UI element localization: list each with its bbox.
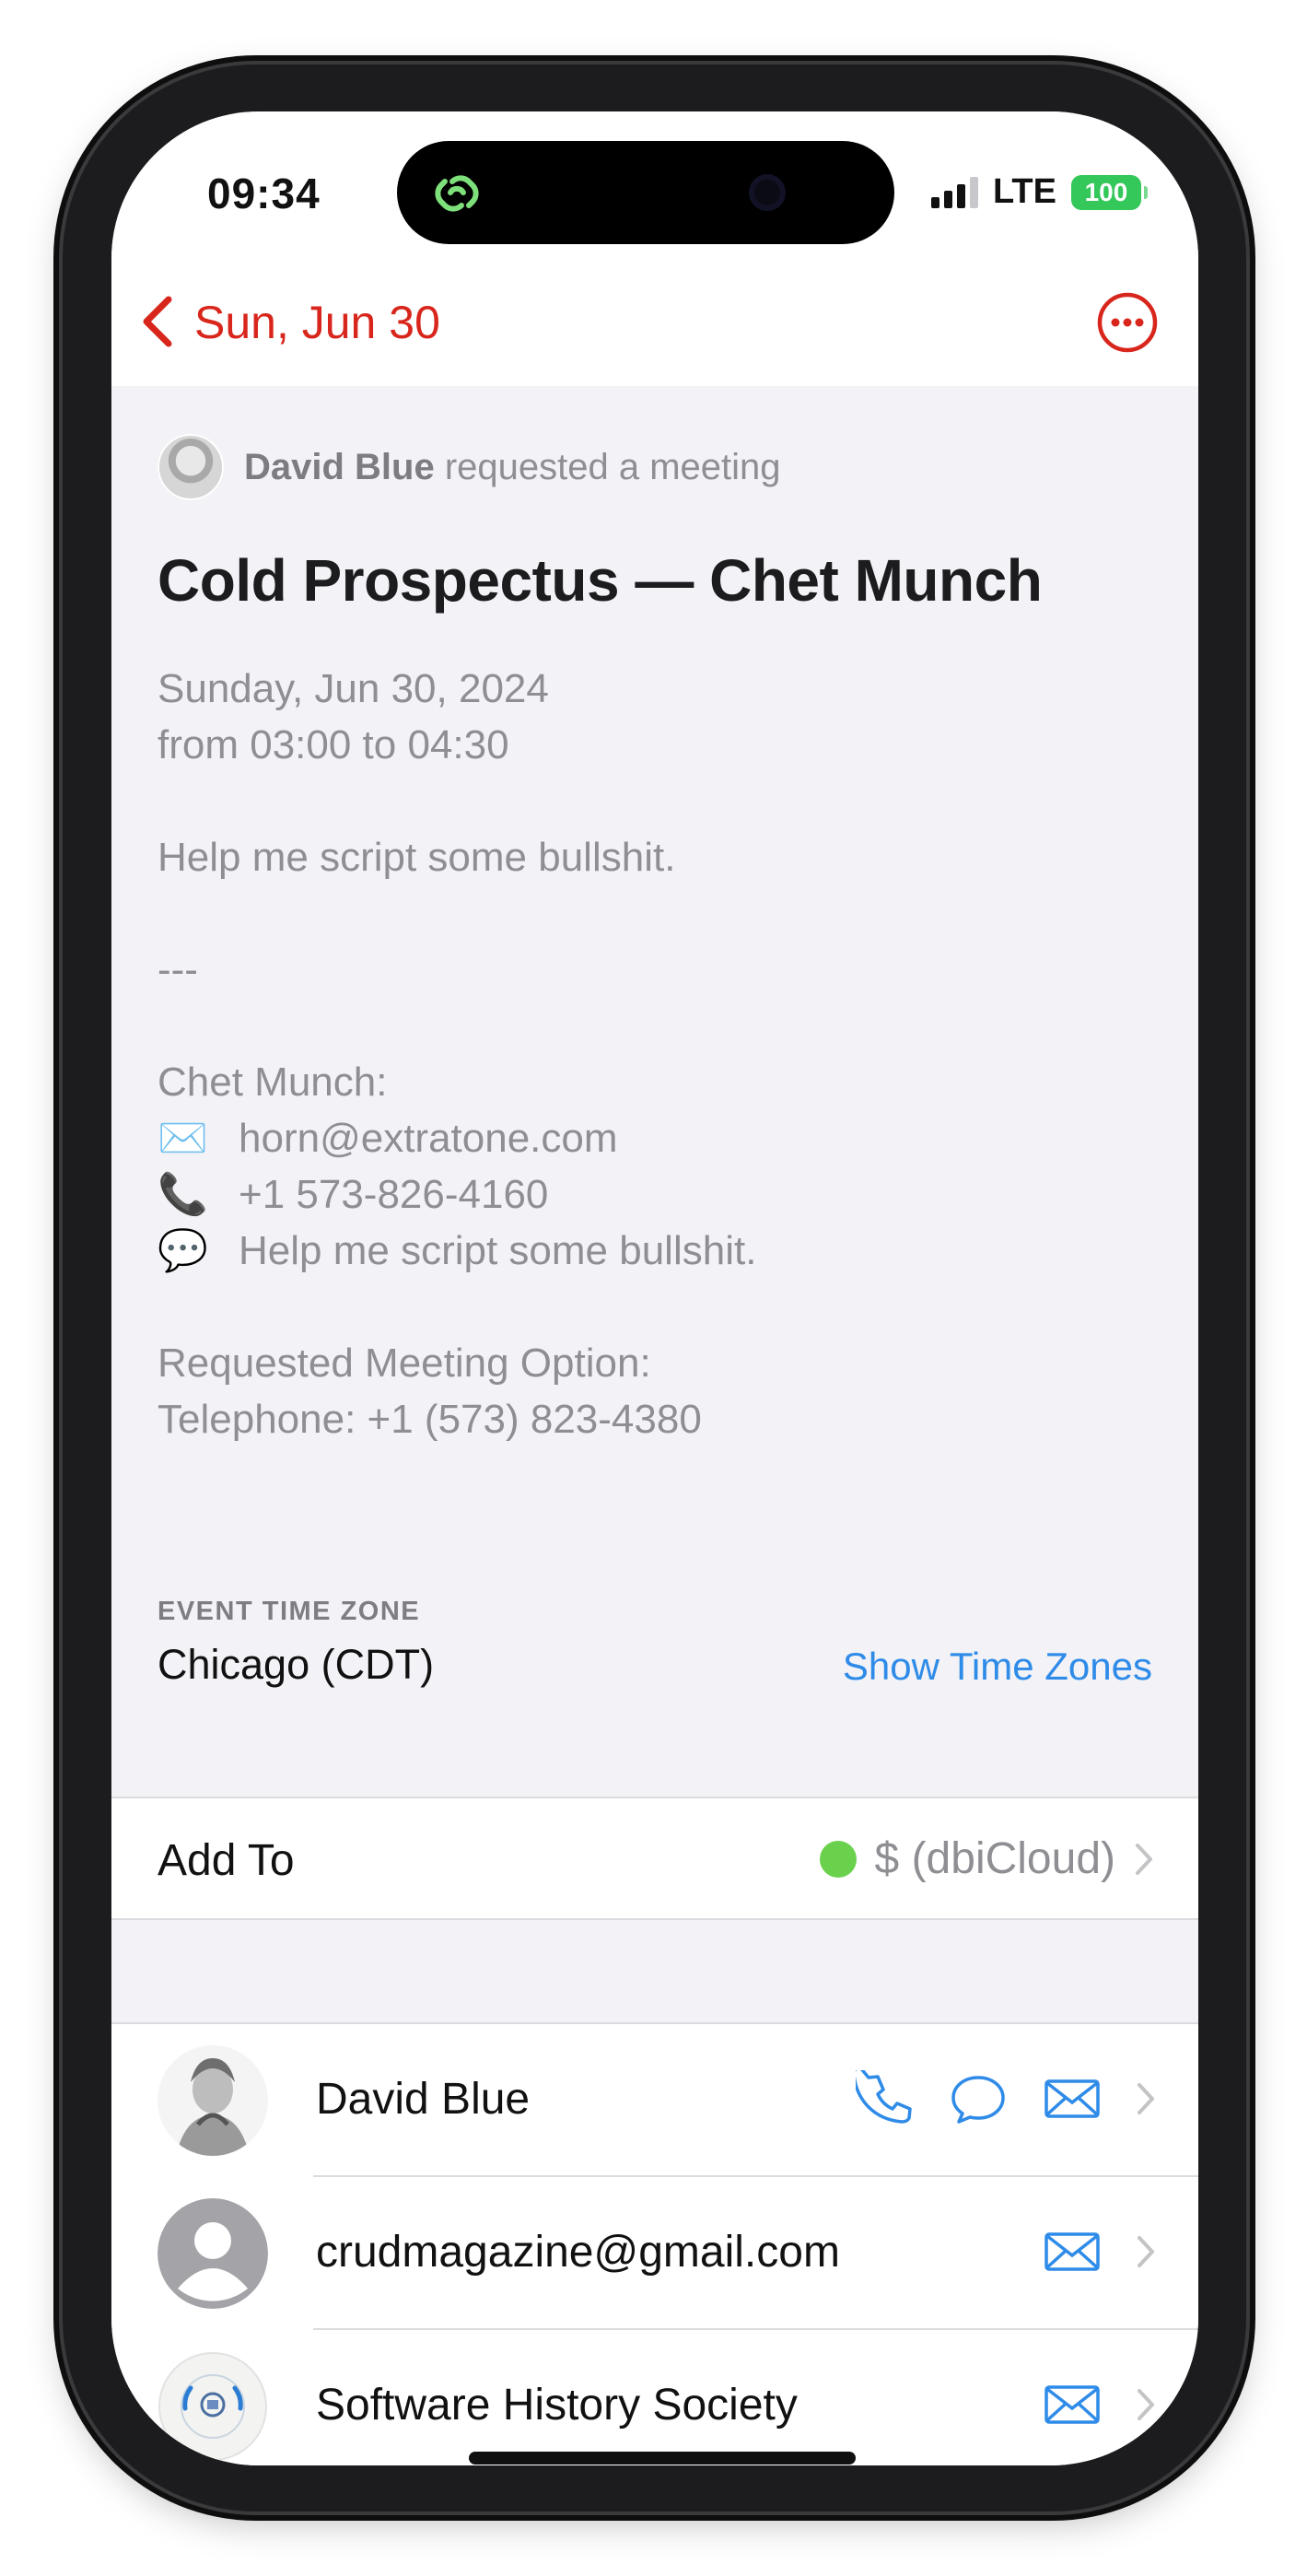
event-details: Sunday, Jun 30, 2024 from 03:00 to 04:30… [158,661,1152,1447]
attendee-actions [856,2070,1156,2127]
meeting-option-value[interactable]: Telephone: +1 (573) 823-4380 [158,1391,1152,1447]
attendee-name: crudmagazine@gmail.com [316,2228,840,2277]
contact-phone-line: 📞 +1 573-826-4160 [158,1166,1152,1223]
mail-icon[interactable] [1044,2070,1101,2127]
link-activity-icon [435,175,479,212]
avatar [158,2198,268,2309]
back-button[interactable]: Sun, Jun 30 [194,296,440,349]
attendee-name: David Blue [316,2075,531,2124]
envelope-icon: ✉️ [158,1116,208,1161]
screen: 09:34 LTE 100 Sun, Jun 30 David Blue req… [111,111,1198,2465]
contact-email[interactable]: horn@extratone.com [239,1116,618,1161]
requester-name: David Blue [244,446,435,487]
attendee-row[interactable]: Software History Society [111,2330,1198,2465]
time-zone-label: EVENT TIME ZONE [158,1597,421,1626]
time-zone-value: Chicago (CDT) [158,1641,435,1688]
event-title: Cold Prospectus — Chet Munch [158,547,1043,614]
battery-icon: 100 [1070,174,1148,210]
chevron-left-icon[interactable] [137,294,178,349]
contact-phone[interactable]: +1 573-826-4160 [239,1172,548,1217]
network-type: LTE [993,172,1056,211]
calendar-color-dot [819,1840,857,1878]
avatar [158,2045,268,2156]
requester-action: requested a meeting [444,446,781,487]
meeting-option-heading: Requested Meeting Option: [158,1341,651,1386]
contact-heading: Chet Munch: [158,1060,388,1105]
chevron-right-icon [1138,2236,1154,2267]
requester-row: David Blue requested a meeting [158,434,781,500]
chevron-right-icon [1136,1843,1152,1875]
telephone-icon: 📞 [158,1172,208,1217]
notes-divider: --- [158,947,198,992]
cellular-signal-icon [931,176,978,208]
phone-icon[interactable] [856,2070,913,2127]
attendee-name: Software History Society [316,2381,798,2430]
contact-message: Help me script some bullshit. [239,1228,757,1273]
status-indicators: LTE 100 [931,172,1148,212]
message-icon[interactable] [950,2070,1007,2127]
speech-bubble-icon: 💬 [158,1228,208,1273]
status-time: 09:34 [207,170,321,217]
home-indicator[interactable] [469,2452,856,2465]
attendee-actions [1044,2376,1156,2433]
avatar [158,2351,268,2462]
calendar-name: $ (dbiCloud) [874,1834,1115,1883]
more-options-icon[interactable] [1097,292,1158,353]
chevron-right-icon [1138,2389,1154,2420]
add-to-calendar-cell[interactable]: Add To $ (dbiCloud) [111,1797,1198,1920]
mail-icon[interactable] [1044,2376,1101,2433]
show-time-zones-button[interactable]: Show Time Zones [843,1645,1152,1689]
event-time-range: from 03:00 to 04:30 [158,722,509,767]
add-to-label: Add To [158,1836,295,1885]
attendee-actions [1044,2223,1156,2280]
nav-bar: Sun, Jun 30 [111,259,1198,386]
avatar [158,434,224,500]
notes-summary: Help me script some bullshit. [158,835,676,880]
attendee-row[interactable]: crudmagazine@gmail.com [111,2177,1198,2330]
dynamic-island [397,141,894,244]
chevron-right-icon [1138,2083,1154,2114]
event-date: Sunday, Jun 30, 2024 [158,666,549,711]
front-camera [749,174,786,211]
attendee-list: David Blue crudmagazine@gmail.com Softwa… [111,2022,1198,2465]
attendee-row[interactable]: David Blue [111,2024,1198,2177]
contact-message-line: 💬 Help me script some bullshit. [158,1223,1152,1279]
mail-icon[interactable] [1044,2223,1101,2280]
status-bar: 09:34 LTE 100 [111,111,1198,259]
contact-email-line: ✉️ horn@extratone.com [158,1110,1152,1166]
requester-text: David Blue requested a meeting [244,447,781,488]
calendar-selector: $ (dbiCloud) [819,1833,1154,1884]
